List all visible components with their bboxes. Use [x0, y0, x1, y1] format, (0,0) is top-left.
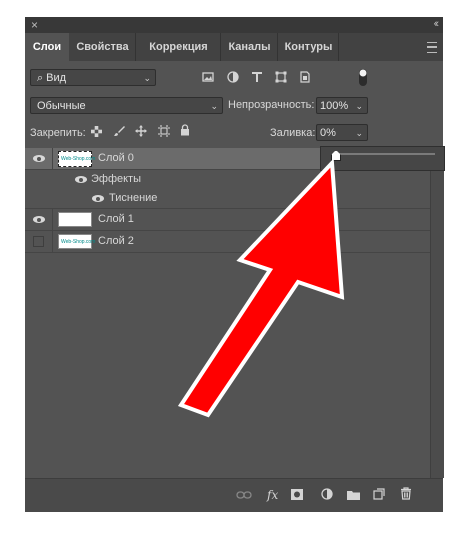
annotation-arrow	[177, 158, 345, 418]
